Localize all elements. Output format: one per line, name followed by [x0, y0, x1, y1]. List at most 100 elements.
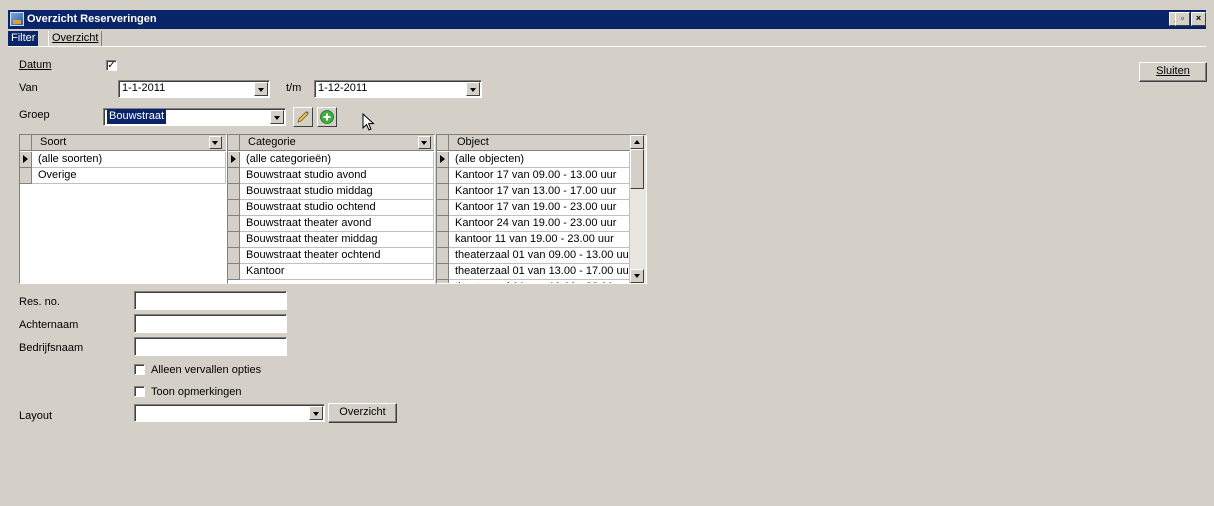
table-cell[interactable]: theaterzaal 01 van 19.00 - 23.00 uur — [449, 280, 630, 283]
scroll-down-icon[interactable] — [630, 269, 644, 283]
datum-label: Datum — [19, 59, 52, 71]
table-row[interactable]: theaterzaal 01 van 13.00 - 17.00 uur — [437, 264, 630, 280]
scroll-thumb[interactable] — [630, 149, 644, 189]
table-row[interactable]: Bouwstraat studio middag — [228, 184, 434, 200]
categorie-grid[interactable]: Categorie (alle categorieën) Bouwstraat s… — [227, 134, 435, 284]
row-indicator[interactable] — [228, 216, 240, 232]
groep-combo[interactable]: Bouwstraat — [103, 108, 286, 126]
chevron-down-icon[interactable] — [309, 406, 323, 420]
row-indicator[interactable] — [228, 264, 240, 280]
row-indicator[interactable] — [437, 232, 449, 248]
table-cell[interactable]: Kantoor — [240, 264, 434, 280]
table-cell[interactable]: (alle categorieën) — [240, 152, 434, 168]
datum-checkbox[interactable]: ✓ — [106, 60, 117, 71]
table-row[interactable]: Kantoor 17 van 13.00 - 17.00 uur — [437, 184, 630, 200]
table-row[interactable]: Kantoor 24 van 19.00 - 23.00 uur — [437, 216, 630, 232]
pencil-icon — [297, 111, 309, 123]
table-cell[interactable]: Kantoor 17 van 13.00 - 17.00 uur — [449, 184, 630, 200]
achternaam-label: Achternaam — [19, 319, 79, 331]
table-cell[interactable]: Kantoor 17 van 19.00 - 23.00 uur — [449, 200, 630, 216]
table-row[interactable]: Bouwstraat studio avond — [228, 168, 434, 184]
tab-overzicht[interactable]: Overzicht — [48, 31, 103, 46]
table-cell[interactable]: Kantoor 17 van 09.00 - 13.00 uur — [449, 168, 630, 184]
achternaam-input[interactable] — [134, 314, 287, 333]
table-cell[interactable]: Bouwstraat studio avond — [240, 168, 434, 184]
table-cell[interactable]: Kantoor 24 van 19.00 - 23.00 uur — [449, 216, 630, 232]
bedrijfsnaam-input[interactable] — [134, 337, 287, 356]
table-cell[interactable]: Bouwstraat studio ochtend — [240, 200, 434, 216]
table-row[interactable]: Bouwstraat theater avond — [228, 216, 434, 232]
resno-input[interactable] — [134, 291, 287, 310]
table-row[interactable]: theaterzaal 01 van 09.00 - 13.00 uur — [437, 248, 630, 264]
header-indicator — [437, 135, 449, 151]
vervallen-checkbox[interactable] — [134, 364, 145, 375]
table-cell[interactable]: theaterzaal 01 van 09.00 - 13.00 uur — [449, 248, 630, 264]
object-header-label: Object — [457, 136, 489, 148]
row-indicator[interactable] — [228, 168, 240, 184]
table-row[interactable]: (alle objecten) — [437, 152, 630, 168]
table-row[interactable]: Bouwstraat studio ochtend — [228, 200, 434, 216]
row-indicator[interactable] — [228, 248, 240, 264]
table-row[interactable]: Kantoor 17 van 09.00 - 13.00 uur — [437, 168, 630, 184]
bedrijfsnaam-label: Bedrijfsnaam — [19, 342, 84, 354]
sluiten-button[interactable]: Sluiten — [1139, 62, 1207, 82]
maximize-button[interactable]: ▫ — [1175, 12, 1190, 26]
row-indicator[interactable] — [228, 200, 240, 216]
chevron-down-icon[interactable] — [270, 110, 284, 124]
tab-filter[interactable]: Filter — [8, 31, 39, 46]
row-indicator[interactable] — [437, 264, 449, 280]
row-indicator[interactable] — [228, 184, 240, 200]
edit-group-button[interactable] — [293, 107, 313, 127]
row-indicator[interactable] — [437, 280, 449, 283]
table-cell[interactable]: Bouwstraat studio middag — [240, 184, 434, 200]
row-indicator[interactable] — [437, 168, 449, 184]
overzicht-button[interactable]: Overzicht — [328, 403, 397, 423]
tm-date-combo[interactable]: 1-12-2011 — [314, 80, 482, 98]
table-row[interactable]: Overige — [20, 168, 226, 184]
window-title: Overzicht Reserveringen — [27, 13, 157, 25]
opmerkingen-checkbox[interactable] — [134, 386, 145, 397]
table-cell[interactable]: kantoor 11 van 19.00 - 23.00 uur — [449, 232, 630, 248]
row-indicator[interactable] — [228, 152, 240, 168]
close-button[interactable]: × — [1191, 12, 1206, 26]
table-row[interactable]: kantoor 11 van 19.00 - 23.00 uur — [437, 232, 630, 248]
row-indicator[interactable] — [437, 248, 449, 264]
table-row[interactable]: theaterzaal 01 van 19.00 - 23.00 uur — [437, 280, 630, 283]
row-indicator[interactable] — [437, 152, 449, 168]
table-row[interactable]: Bouwstraat theater ochtend — [228, 248, 434, 264]
filter-dropdown-icon[interactable] — [418, 136, 431, 149]
object-grid[interactable]: Object (alle objecten) Kantoor 17 van 09.… — [436, 134, 647, 284]
chevron-down-icon[interactable] — [254, 82, 268, 96]
add-group-button[interactable] — [317, 107, 337, 127]
table-row[interactable]: Bouwstraat theater middag — [228, 232, 434, 248]
table-cell[interactable]: Bouwstraat theater ochtend — [240, 248, 434, 264]
layout-combo[interactable] — [134, 404, 325, 422]
row-indicator[interactable] — [20, 168, 32, 184]
row-indicator[interactable] — [228, 232, 240, 248]
table-row[interactable]: (alle categorieën) — [228, 152, 434, 168]
table-row[interactable]: (alle soorten) — [20, 152, 226, 168]
filter-dropdown-icon[interactable] — [209, 136, 222, 149]
table-row[interactable]: Kantoor 17 van 19.00 - 23.00 uur — [437, 200, 630, 216]
header-indicator — [228, 135, 240, 151]
table-cell[interactable]: theaterzaal 01 van 13.00 - 17.00 uur — [449, 264, 630, 280]
table-cell[interactable]: Overige — [32, 168, 226, 184]
row-indicator[interactable] — [437, 200, 449, 216]
table-row[interactable]: Kantoor — [228, 264, 434, 280]
table-cell[interactable]: Bouwstraat theater avond — [240, 216, 434, 232]
table-cell[interactable]: Bouwstraat theater middag — [240, 232, 434, 248]
opmerkingen-label: Toon opmerkingen — [151, 386, 242, 398]
soort-grid[interactable]: Soort (alle soorten) Overige — [19, 134, 227, 284]
title-bar: Overzicht Reserveringen _ ▫ × — [8, 10, 1206, 29]
van-date-combo[interactable]: 1-1-2011 — [118, 80, 270, 98]
tm-label: t/m — [286, 82, 302, 94]
chevron-down-icon[interactable] — [466, 82, 480, 96]
table-cell[interactable]: (alle objecten) — [449, 152, 630, 168]
object-grid-scrollbar[interactable] — [630, 135, 646, 283]
row-indicator[interactable] — [437, 184, 449, 200]
row-indicator[interactable] — [20, 152, 32, 168]
row-indicator[interactable] — [437, 216, 449, 232]
scroll-up-icon[interactable] — [630, 135, 644, 149]
table-cell[interactable]: (alle soorten) — [32, 152, 226, 168]
van-date-value: 1-1-2011 — [122, 82, 166, 94]
